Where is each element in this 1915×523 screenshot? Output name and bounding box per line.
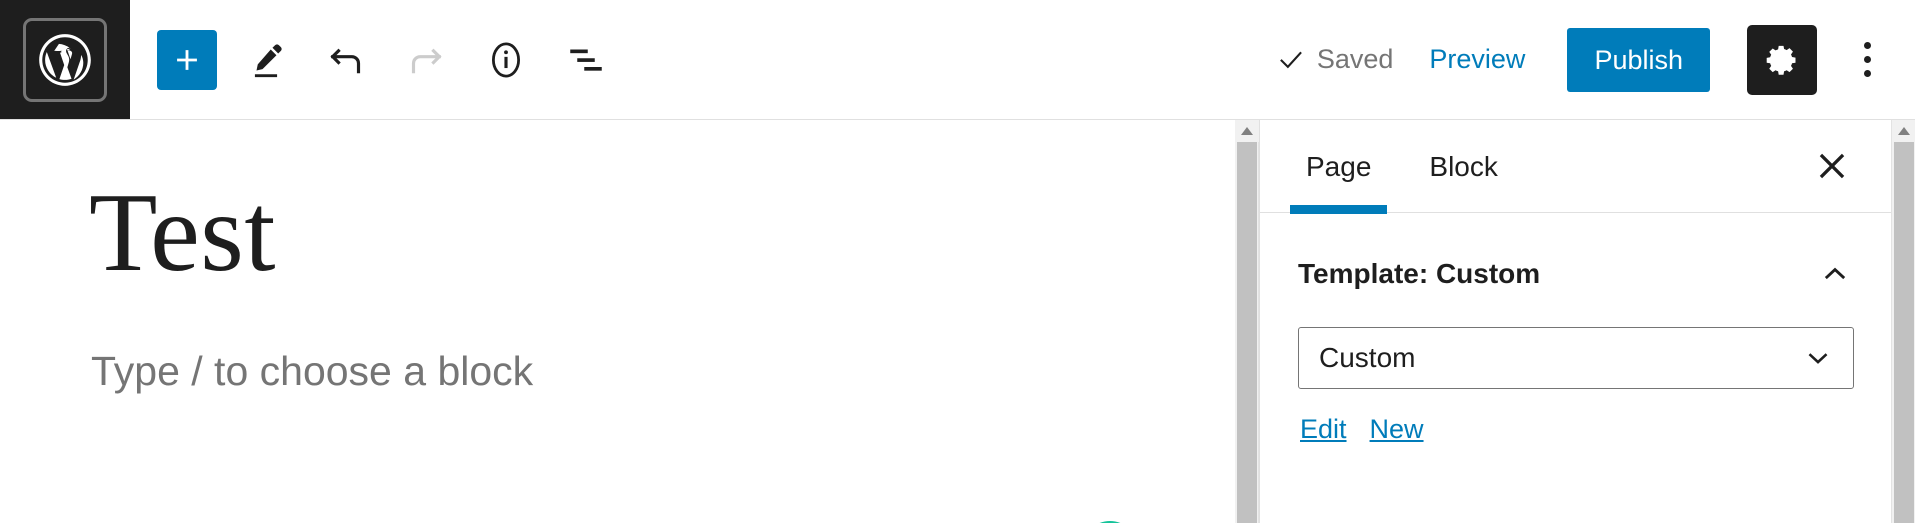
editor-canvas[interactable]: Test Type / to choose a block	[0, 120, 1235, 523]
kebab-menu-icon	[1863, 56, 1871, 63]
template-new-link[interactable]: New	[1370, 414, 1424, 445]
scrollbar-thumb[interactable]	[1237, 142, 1257, 523]
publish-button[interactable]: Publish	[1567, 27, 1710, 92]
wordpress-logo-icon	[23, 17, 107, 102]
kebab-menu-icon	[1863, 42, 1871, 49]
template-select-value: Custom	[1319, 342, 1416, 373]
post-title[interactable]: Test	[89, 174, 276, 293]
template-panel-header[interactable]: Template: Custom	[1260, 213, 1891, 294]
gear-icon	[1766, 45, 1796, 75]
details-button[interactable]	[475, 29, 537, 91]
wordpress-block-editor: Saved Preview Publish Test Type / to cho…	[0, 0, 1915, 523]
redo-button[interactable]	[395, 29, 457, 91]
scroll-up-arrow-icon[interactable]	[1892, 120, 1915, 142]
template-panel-title: Template: Custom	[1298, 258, 1541, 289]
edit-tool-button[interactable]	[235, 29, 297, 91]
template-panel: Template: Custom Custom Edit New	[1260, 213, 1891, 445]
template-links: Edit New	[1298, 389, 1853, 445]
tab-page[interactable]: Page	[1289, 120, 1388, 214]
preview-link[interactable]: Preview	[1429, 44, 1525, 75]
chevron-up-icon[interactable]	[1815, 254, 1855, 294]
template-edit-link[interactable]: Edit	[1300, 414, 1347, 445]
pencil-icon	[254, 43, 282, 77]
editor-body: Test Type / to choose a block Page Block	[0, 120, 1915, 523]
redo-icon	[411, 48, 442, 73]
saved-status[interactable]: Saved	[1276, 44, 1394, 75]
close-icon	[1819, 153, 1845, 179]
add-block-button[interactable]	[157, 29, 217, 90]
tab-block[interactable]: Block	[1421, 120, 1505, 213]
header-left-tools	[130, 0, 617, 119]
undo-button[interactable]	[315, 29, 377, 91]
list-view-button[interactable]	[555, 29, 617, 91]
list-view-icon	[570, 49, 602, 71]
settings-sidebar: Page Block Template: Custom Custom Edit …	[1259, 120, 1891, 523]
sidebar-tab-list: Page Block	[1260, 120, 1891, 214]
editor-vertical-scrollbar[interactable]	[1235, 120, 1259, 523]
checkmark-icon	[1276, 45, 1306, 75]
close-sidebar-button[interactable]	[1803, 137, 1861, 195]
saved-label: Saved	[1316, 44, 1394, 74]
window-vertical-scrollbar[interactable]	[1891, 120, 1915, 523]
editor-header-toolbar: Saved Preview Publish	[0, 0, 1915, 120]
template-select[interactable]: Custom	[1298, 327, 1854, 389]
scroll-up-arrow-icon[interactable]	[1235, 120, 1259, 142]
wordpress-logo-button[interactable]	[0, 0, 130, 119]
settings-button[interactable]	[1747, 24, 1817, 95]
scrollbar-thumb[interactable]	[1894, 142, 1914, 523]
header-right-actions: Saved Preview Publish	[1276, 0, 1915, 119]
block-placeholder[interactable]: Type / to choose a block	[91, 348, 533, 395]
template-panel-body: Custom Edit New	[1260, 294, 1891, 445]
kebab-menu-icon	[1863, 70, 1871, 77]
info-icon	[492, 42, 520, 77]
more-options-button[interactable]	[1841, 29, 1893, 91]
chevron-down-icon	[1801, 341, 1835, 375]
undo-icon	[330, 48, 361, 73]
